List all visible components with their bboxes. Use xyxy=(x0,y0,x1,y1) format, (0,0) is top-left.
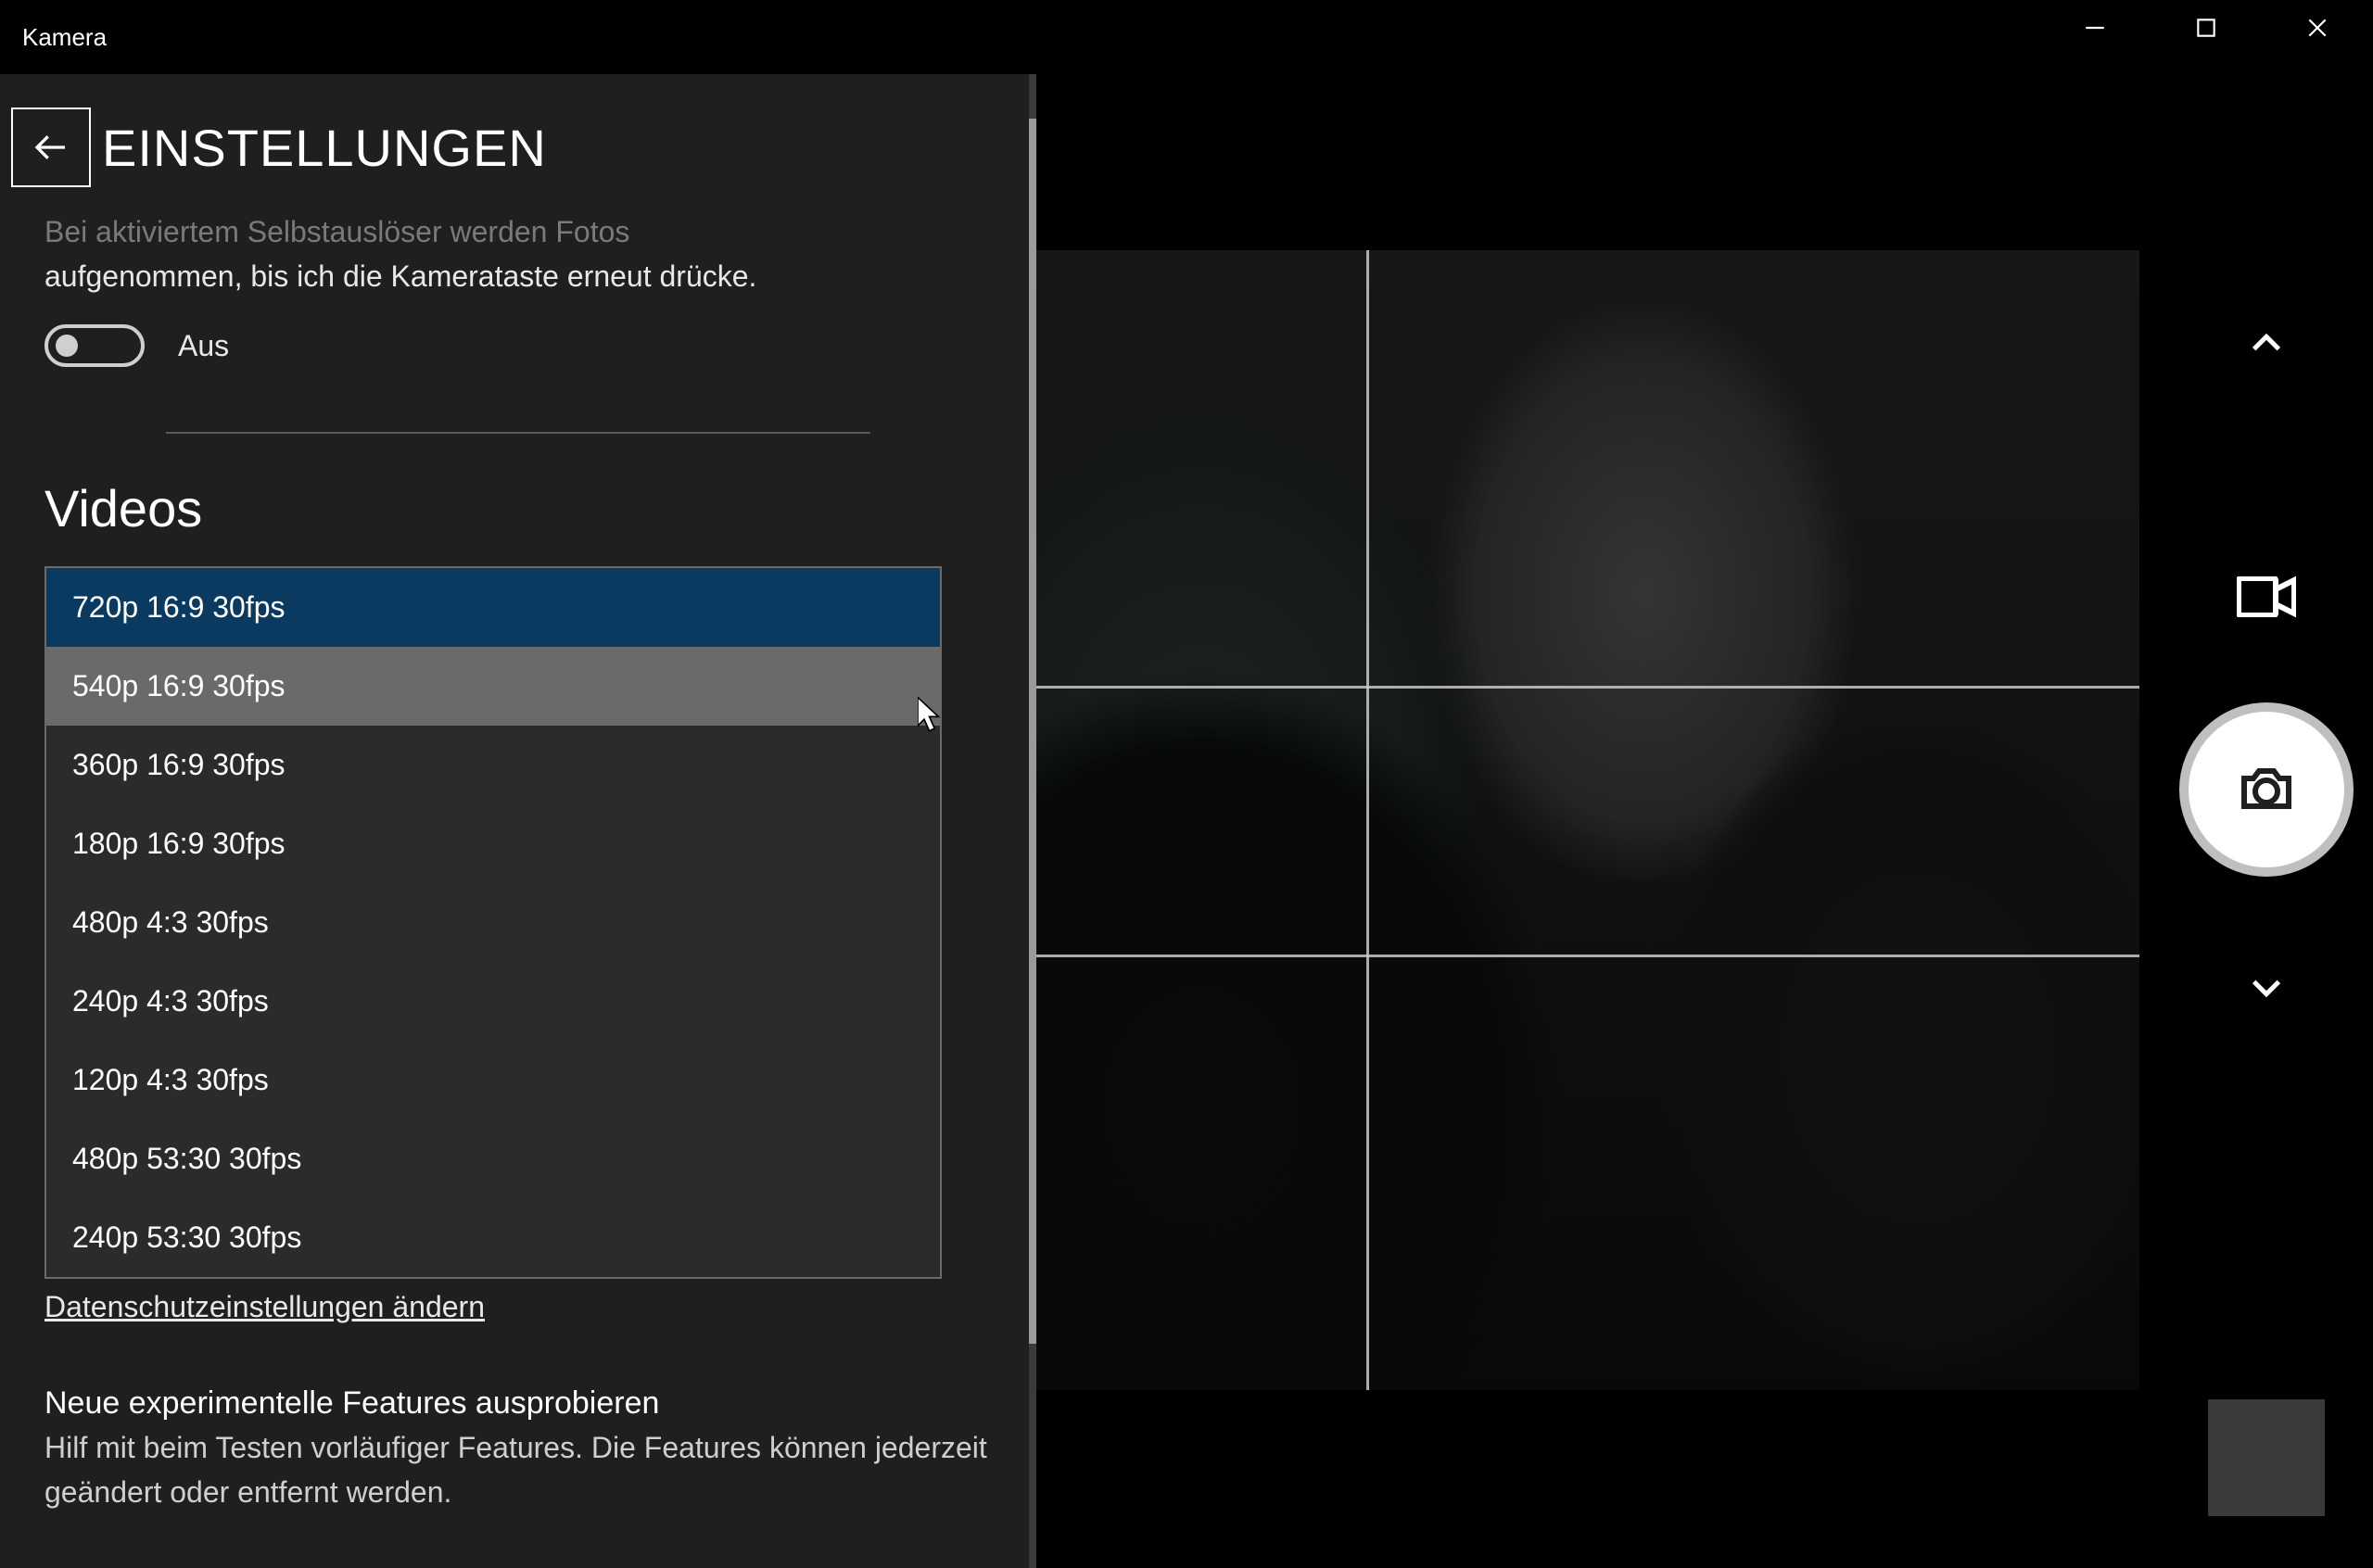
minimize-icon xyxy=(2083,16,2107,40)
minimize-button[interactable] xyxy=(2039,0,2151,56)
experimental-title: Neue experimentelle Features ausprobiere… xyxy=(44,1385,992,1422)
chevron-down-icon xyxy=(2248,969,2285,1006)
section-divider xyxy=(166,432,870,434)
arrow-left-icon xyxy=(32,129,70,166)
selftimer-toggle-row: Aus xyxy=(44,324,992,367)
camera-control-rail xyxy=(2160,74,2373,1568)
camera-feed-image xyxy=(1036,250,2139,1390)
privacy-settings-link[interactable]: Datenschutzeinstellungen ändern xyxy=(44,1290,992,1324)
video-option[interactable]: 180p 16:9 30fps xyxy=(46,804,940,883)
video-option[interactable]: 720p 16:9 30fps xyxy=(46,568,940,647)
camera-preview-area xyxy=(1036,74,2373,1568)
close-icon xyxy=(2305,16,2329,40)
video-option[interactable]: 240p 4:3 30fps xyxy=(46,962,940,1041)
maximize-button[interactable] xyxy=(2151,0,2262,56)
window-controls xyxy=(2039,0,2373,56)
app-title: Kamera xyxy=(22,23,107,52)
settings-title: EINSTELLUNGEN xyxy=(102,118,547,178)
selftimer-toggle[interactable] xyxy=(44,324,145,367)
framing-grid-line xyxy=(1366,250,1369,1390)
framing-grid-line xyxy=(1036,686,2139,689)
video-option[interactable]: 240p 53:30 30fps xyxy=(46,1198,940,1277)
camera-preview xyxy=(1036,250,2139,1390)
camera-icon xyxy=(2237,760,2296,819)
video-option[interactable]: 480p 4:3 30fps xyxy=(46,883,940,962)
video-option[interactable]: 480p 53:30 30fps xyxy=(46,1119,940,1198)
mode-next-button[interactable] xyxy=(2239,960,2294,1016)
close-button[interactable] xyxy=(2262,0,2373,56)
selftimer-description-faded: Bei aktiviertem Selbstauslöser werden Fo… xyxy=(44,215,629,248)
video-mode-button[interactable] xyxy=(2233,575,2300,619)
videos-section-title: Videos xyxy=(44,478,992,538)
framing-grid-line xyxy=(1036,955,2139,957)
title-bar: Kamera xyxy=(0,0,2373,74)
back-button[interactable] xyxy=(0,96,102,198)
video-resolution-dropdown[interactable]: 720p 16:9 30fps540p 16:9 30fps360p 16:9 … xyxy=(44,566,942,1279)
video-option[interactable]: 540p 16:9 30fps xyxy=(46,647,940,726)
video-option[interactable]: 120p 4:3 30fps xyxy=(46,1041,940,1119)
selftimer-toggle-label: Aus xyxy=(178,329,229,363)
settings-panel: EINSTELLUNGEN Bei aktiviertem Selbstausl… xyxy=(0,74,1036,1568)
maximize-icon xyxy=(2194,16,2218,40)
mode-prev-button[interactable] xyxy=(2239,315,2294,371)
selftimer-description-line2: aufgenommen, bis ich die Kamerataste ern… xyxy=(44,259,756,293)
shutter-button[interactable] xyxy=(2179,702,2354,877)
experimental-body: Hilf mit beim Testen vorläufiger Feature… xyxy=(44,1425,992,1514)
video-camera-icon xyxy=(2237,576,2296,617)
gallery-thumbnail[interactable] xyxy=(2208,1399,2325,1516)
selftimer-description: Bei aktiviertem Selbstauslöser werden Fo… xyxy=(44,209,992,298)
settings-header: EINSTELLUNGEN xyxy=(0,74,1036,221)
experimental-section: Neue experimentelle Features ausprobiere… xyxy=(44,1385,992,1514)
video-option[interactable]: 360p 16:9 30fps xyxy=(46,726,940,804)
settings-scrollbar[interactable] xyxy=(1029,74,1036,1568)
chevron-up-icon xyxy=(2248,324,2285,361)
